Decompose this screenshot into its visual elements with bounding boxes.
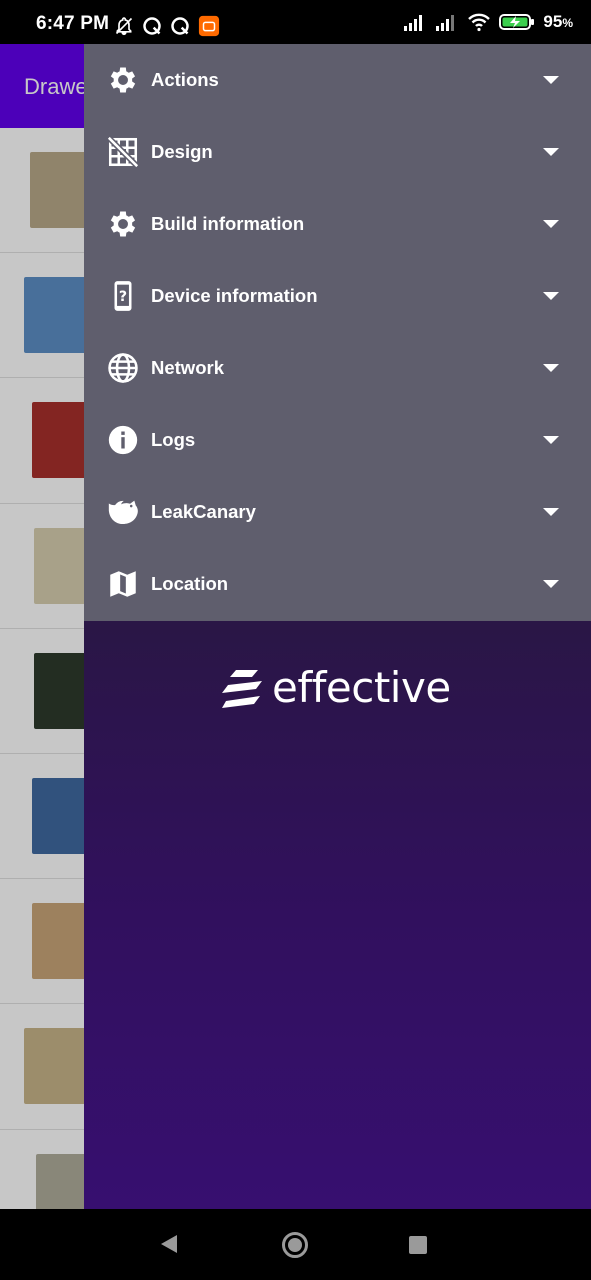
notification-icons — [114, 15, 220, 37]
menu-item-build-information[interactable]: Build information — [84, 188, 591, 260]
back-icon[interactable] — [161, 1235, 177, 1253]
gear-icon — [106, 207, 140, 241]
map-icon — [106, 567, 140, 601]
menu-item-network[interactable]: Network — [84, 332, 591, 404]
leakcanary-bird-icon — [106, 495, 140, 529]
q-app-icon — [171, 17, 189, 35]
menu-label-logs: Logs — [151, 429, 196, 450]
brand-text: effective — [272, 663, 451, 712]
system-icons: 95% — [403, 12, 573, 32]
battery-unit: % — [562, 16, 573, 30]
effective-logo: effective — [222, 666, 451, 710]
chevron-down-icon — [543, 220, 559, 228]
drawer-menu: Actions Design Build information ? Devic… — [84, 44, 591, 621]
chevron-down-icon — [543, 508, 559, 516]
menu-item-device-information[interactable]: ? Device information — [84, 260, 591, 332]
signal-icon — [404, 15, 423, 31]
chevron-down-icon — [543, 364, 559, 372]
chevron-down-icon — [543, 292, 559, 300]
chevron-down-icon — [543, 148, 559, 156]
menu-item-location[interactable]: Location — [84, 548, 591, 620]
debug-drawer: Actions Design Build information ? Devic… — [84, 44, 591, 1209]
gear-icon — [106, 63, 140, 97]
mi-app-icon — [198, 15, 220, 37]
menu-item-actions[interactable]: Actions — [84, 44, 591, 116]
info-icon — [106, 423, 140, 457]
home-icon[interactable] — [282, 1232, 308, 1258]
status-bar: 6:47 PM 95% — [0, 0, 591, 44]
menu-item-leakcanary[interactable]: LeakCanary — [84, 476, 591, 548]
menu-item-design[interactable]: Design — [84, 116, 591, 188]
grid-off-icon — [106, 135, 140, 169]
menu-label-actions: Actions — [151, 69, 219, 90]
menu-label-network: Network — [151, 357, 224, 378]
recents-icon[interactable] — [409, 1236, 427, 1254]
chevron-down-icon — [543, 76, 559, 84]
navigation-bar — [0, 1209, 591, 1280]
battery-charging-icon — [499, 14, 535, 30]
q-app-icon — [143, 17, 161, 35]
battery-value: 95 — [543, 12, 563, 31]
bell-off-icon — [115, 17, 133, 36]
globe-icon — [106, 351, 140, 385]
device-unknown-icon: ? — [106, 279, 140, 313]
battery-percent: 95% — [543, 12, 573, 32]
menu-item-logs[interactable]: Logs — [84, 404, 591, 476]
effective-logo-icon — [222, 670, 262, 708]
svg-text:?: ? — [119, 289, 127, 305]
menu-label-leakcanary: LeakCanary — [151, 501, 256, 522]
menu-label-design: Design — [151, 141, 213, 162]
menu-label-device-information: Device information — [151, 285, 318, 306]
wifi-icon — [468, 13, 491, 32]
signal-icon — [436, 15, 455, 31]
menu-label-build-information: Build information — [151, 213, 305, 234]
chevron-down-icon — [543, 580, 559, 588]
menu-label-location: Location — [151, 573, 229, 594]
status-time: 6:47 PM — [36, 13, 110, 34]
chevron-down-icon — [543, 436, 559, 444]
